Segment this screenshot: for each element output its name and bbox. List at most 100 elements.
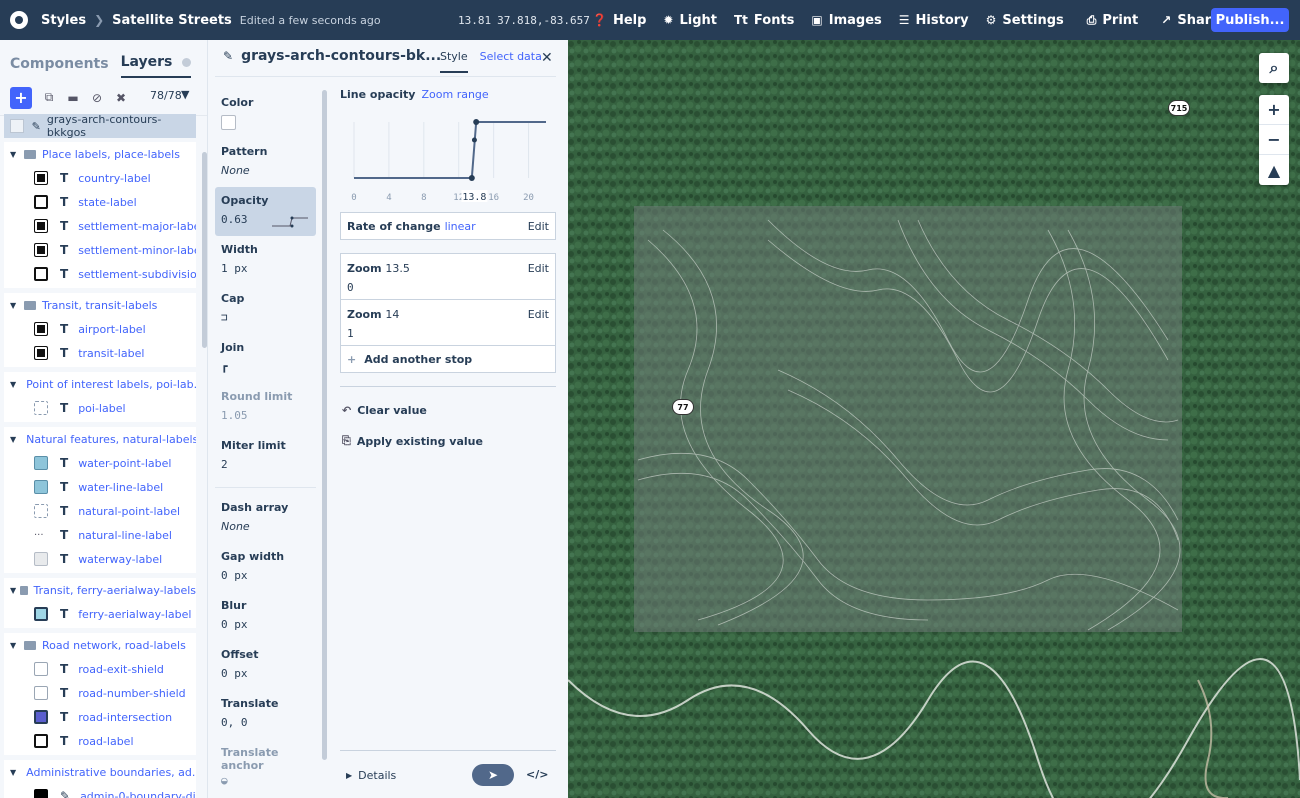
tab-layers[interactable]: Layers [120,54,192,78]
prop-miter-limit[interactable]: Miter limit 2 [221,439,313,471]
images-button[interactable]: ▣ Images [811,13,881,28]
layer-row[interactable]: Ttransit-label [4,341,196,365]
layer-group-header[interactable]: ▼ Natural features, natural-labels [4,427,196,451]
zoom-stop-row[interactable]: Zoom 14 1 Edit [341,300,555,346]
prop-dash-array[interactable]: Dash array None [221,501,313,533]
filter-icon[interactable]: ▼ [181,88,189,101]
layer-group-header[interactable]: ▼ Road network, road-labels [4,633,196,657]
layer-row[interactable]: Twaterway-label [4,547,196,571]
prop-pattern[interactable]: Pattern None [221,145,313,177]
layer-row[interactable]: Tsettlement-major-label [4,214,196,238]
layer-group-header[interactable]: ▼ Transit, transit-labels [4,293,196,317]
zoom-range-graph[interactable]: 0 4 8 12 16 2013.8 [340,112,556,204]
rate-value-link[interactable]: linear [445,220,476,233]
layer-row[interactable]: Troad-label [4,729,196,753]
stop-edit-link[interactable]: Edit [528,262,549,275]
zoom-in-button[interactable]: + [1259,95,1289,125]
zoom-range-link[interactable]: Zoom range [421,88,488,101]
prop-offset[interactable]: Offset 0 px [221,648,313,680]
caret-down-icon[interactable]: ▼ [10,435,16,444]
help-button[interactable]: ❓ Help [592,13,646,28]
layer-row[interactable]: Troad-intersection [4,705,196,729]
layer-swatch[interactable] [34,607,48,621]
layer-swatch[interactable] [34,552,48,566]
layer-row[interactable]: Troad-exit-shield [4,657,196,681]
stop-edit-link[interactable]: Edit [528,308,549,321]
add-layer-button[interactable]: + [10,86,32,109]
prop-blur[interactable]: Blur 0 px [221,599,313,631]
settings-button[interactable]: ⚙ Settings [986,13,1064,28]
caret-down-icon[interactable]: ▼ [10,641,20,650]
layer-group-header[interactable]: ▼ Administrative boundaries, ad... [4,760,196,784]
style-name[interactable]: Satellite Streets [112,13,232,28]
caret-down-icon[interactable]: ▼ [10,150,20,159]
prop-gap-width[interactable]: Gap width 0 px [221,550,313,582]
layer-group-header[interactable]: ▼ Point of interest labels, poi-lab... [4,372,196,396]
mapbox-logo-icon[interactable] [10,11,28,29]
layer-row[interactable]: Tpoi-label [4,396,196,420]
fonts-button[interactable]: Tt Fonts [734,13,794,28]
duplicate-icon[interactable]: ⧉ [41,90,57,106]
zoom-out-button[interactable]: − [1259,125,1289,155]
layer-swatch[interactable] [34,195,48,209]
layer-row[interactable]: Twater-line-label [4,475,196,499]
compass-icon[interactable]: ▲ [1259,155,1289,185]
layer-swatch[interactable] [34,267,48,281]
details-toggle[interactable]: ▶ Details [346,769,396,782]
layer-swatch[interactable] [34,322,48,336]
tab-style[interactable]: Style [440,50,468,73]
map-canvas[interactable]: 715 77 [568,40,1300,798]
layer-swatch[interactable] [34,686,48,700]
prop-color[interactable]: Color [221,96,313,130]
layer-swatch[interactable] [34,789,48,798]
selected-layer-row[interactable]: ✎ grays-arch-contours-bkkgos [4,113,196,139]
layer-swatch[interactable] [34,456,48,470]
property-scrollbar[interactable] [322,90,327,760]
publish-button[interactable]: Publish... [1211,8,1289,32]
prop-join[interactable]: Join ┏ [221,341,313,373]
prop-cap[interactable]: Cap ⊐ [221,292,313,324]
caret-down-icon[interactable]: ▼ [10,380,16,389]
layer-group-header[interactable]: ▼ Transit, ferry-aerialway-labels [4,578,196,602]
caret-down-icon[interactable]: ▼ [10,768,16,777]
layer-row[interactable]: Tsettlement-subdivision... [4,262,196,286]
search-icon[interactable]: ⌕ [1259,53,1289,83]
clear-value-button[interactable]: ↶ Clear value [342,404,427,417]
breadcrumb-styles[interactable]: Styles [41,13,86,28]
layer-row[interactable]: Tcountry-label [4,166,196,190]
prop-round-limit[interactable]: Round limit 1.05 [221,390,313,422]
layer-row[interactable]: Troad-number-shield [4,681,196,705]
tab-components[interactable]: Components [10,56,109,78]
layer-swatch[interactable] [34,662,48,676]
close-icon[interactable]: ✕ [541,50,553,66]
prop-translate[interactable]: Translate 0, 0 [221,697,313,729]
layer-swatch[interactable] [34,734,48,748]
hide-icon[interactable]: ⊘ [89,90,105,106]
layer-row[interactable]: Twater-point-label [4,451,196,475]
print-button[interactable]: ⎙ Print [1087,13,1138,28]
layer-row[interactable]: Tairport-label [4,317,196,341]
zoom-stop-row[interactable]: Zoom 13.5 0 Edit [341,254,555,300]
apply-existing-button[interactable]: ⎘ Apply existing value [342,434,483,448]
trash-icon[interactable]: ✖ [113,90,129,106]
tab-select-data[interactable]: Select data [480,50,542,73]
layers-scrollbar[interactable] [202,152,207,348]
caret-down-icon[interactable]: ▼ [10,301,20,310]
layer-row[interactable]: ✎ admin-0-boundary-dis... [4,784,196,798]
layer-row[interactable]: Tferry-aerialway-label [4,602,196,626]
layer-group-header[interactable]: ▼ Place labels, place-labels [4,142,196,166]
rate-edit-link[interactable]: Edit [528,220,549,233]
layer-row[interactable]: Tnatural-point-label [4,499,196,523]
layer-swatch[interactable] [34,243,48,257]
layer-swatch[interactable] [34,219,48,233]
layer-swatch[interactable] [34,710,48,724]
layer-row[interactable]: Tsettlement-minor-label [4,238,196,262]
add-stop-button[interactable]: + Add another stop [341,346,555,372]
code-view-button[interactable]: </> [526,768,548,781]
pointer-mode-button[interactable]: ➤ [472,764,514,786]
color-swatch[interactable] [221,115,236,130]
prop-translate-anchor[interactable]: Translate anchor ◒ [221,746,313,787]
caret-down-icon[interactable]: ▼ [10,586,16,595]
history-button[interactable]: ☰ History [899,13,969,28]
folder-icon[interactable]: ▬ [65,90,81,106]
